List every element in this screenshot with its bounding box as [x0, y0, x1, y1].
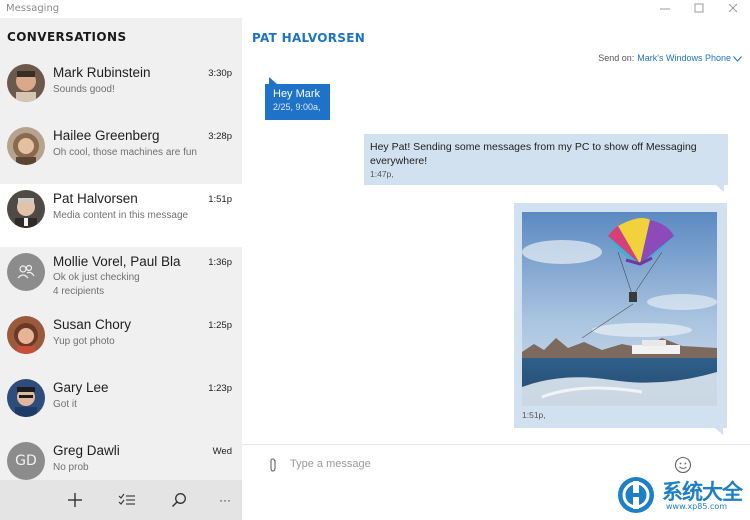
- parasailing-photo[interactable]: [522, 212, 717, 406]
- avatar: [7, 316, 45, 354]
- conversation-time: Wed: [212, 446, 232, 457]
- avatar: [7, 64, 45, 102]
- conversation-preview: Ok ok just checking: [53, 272, 140, 283]
- watermark-logo: [618, 477, 654, 513]
- conversation-item[interactable]: Susan Chory 1:25p Yup got photo: [0, 310, 242, 373]
- title-bar: Messaging: [0, 0, 750, 18]
- app-bar: ···: [0, 480, 242, 520]
- conversation-item[interactable]: Hailee Greenberg 3:28p Oh cool, those ma…: [0, 121, 242, 184]
- add-icon[interactable]: [62, 488, 88, 512]
- close-icon[interactable]: [716, 0, 750, 16]
- attach-icon[interactable]: [266, 457, 280, 473]
- avatar: [7, 190, 45, 228]
- conversation-preview: Media content in this message: [53, 210, 189, 221]
- outgoing-photo-message[interactable]: 1:51p,: [514, 203, 727, 435]
- message-time: 1:51p,: [522, 410, 546, 420]
- conversation-item[interactable]: Mollie Vorel, Paul Bla 1:36p Ok ok just …: [0, 247, 242, 310]
- conversation-item[interactable]: Mark Rubinstein 3:30p Sounds good!: [0, 58, 242, 121]
- conversation-preview: Yup got photo: [53, 336, 115, 347]
- conversation-time: 1:25p: [208, 320, 232, 331]
- send-on-device[interactable]: Mark's Windows Phone: [637, 53, 731, 63]
- avatar-initials: GD: [7, 442, 45, 480]
- conversation-name: Pat Halvorsen: [53, 191, 138, 206]
- conversation-time: 3:28p: [208, 131, 232, 142]
- avatar: [7, 379, 45, 417]
- maximize-icon[interactable]: [682, 0, 716, 16]
- conversation-item[interactable]: Gary Lee 1:23p Got it: [0, 373, 242, 436]
- conversation-time: 1:36p: [208, 257, 232, 268]
- contact-title: PAT HALVORSEN: [252, 31, 366, 45]
- message-text: Hey Pat! Sending some messages from my P…: [370, 141, 697, 167]
- chevron-down-icon[interactable]: [733, 54, 742, 64]
- conversation-time: 1:23p: [208, 383, 232, 394]
- message-time: 2/25, 9:00a,: [273, 102, 321, 112]
- conversation-name: Mollie Vorel, Paul Bla: [53, 254, 181, 269]
- select-icon[interactable]: [114, 488, 140, 512]
- conversation-preview: Sounds good!: [53, 84, 115, 95]
- group-icon: [7, 253, 45, 291]
- messaging-window: Messaging CONVERSATIONS Mark Rubinstein …: [0, 0, 750, 520]
- minimize-icon[interactable]: [648, 0, 682, 16]
- conversation-name: Gary Lee: [53, 380, 109, 395]
- message-input[interactable]: [290, 453, 670, 475]
- outgoing-message[interactable]: Hey Pat! Sending some messages from my P…: [364, 134, 728, 192]
- conversation-recipients: 4 recipients: [53, 286, 105, 297]
- avatar: [7, 127, 45, 165]
- conversation-preview: Oh cool, those machines are fun: [53, 147, 197, 158]
- more-icon[interactable]: ···: [212, 488, 238, 512]
- conversation-name: Greg Dawli: [53, 443, 120, 458]
- conversation-preview: No prob: [53, 462, 89, 473]
- conversation-name: Susan Chory: [53, 317, 132, 332]
- conversation-preview: Got it: [53, 399, 77, 410]
- watermark: 系统大全 www.xp85.com: [612, 474, 748, 516]
- incoming-message[interactable]: Hey Mark 2/25, 9:00a,: [265, 77, 330, 120]
- search-icon[interactable]: [166, 488, 192, 512]
- app-title: Messaging: [6, 3, 60, 14]
- emoji-icon[interactable]: [674, 456, 692, 474]
- message-time: 1:47p,: [370, 169, 394, 179]
- conversation-name: Hailee Greenberg: [53, 128, 160, 143]
- watermark-url: www.xp85.com: [666, 502, 728, 511]
- conversation-list: Mark Rubinstein 3:30p Sounds good! Haile…: [0, 58, 242, 498]
- conversation-sidebar: CONVERSATIONS Mark Rubinstein 3:30p Soun…: [0, 18, 242, 520]
- conversation-name: Mark Rubinstein: [53, 65, 151, 80]
- conversation-time: 1:51p: [208, 194, 232, 205]
- send-on-selector[interactable]: Send on: Mark's Windows Phone: [598, 53, 742, 64]
- conversation-pane: PAT HALVORSEN Send on: Mark's Windows Pho…: [242, 18, 750, 520]
- conversation-time: 3:30p: [208, 68, 232, 79]
- sidebar-header: CONVERSATIONS: [7, 30, 127, 44]
- conversation-item-selected[interactable]: Pat Halvorsen 1:51p Media content in thi…: [0, 184, 242, 247]
- send-on-label: Send on:: [598, 53, 635, 63]
- message-text: Hey Mark: [273, 88, 321, 100]
